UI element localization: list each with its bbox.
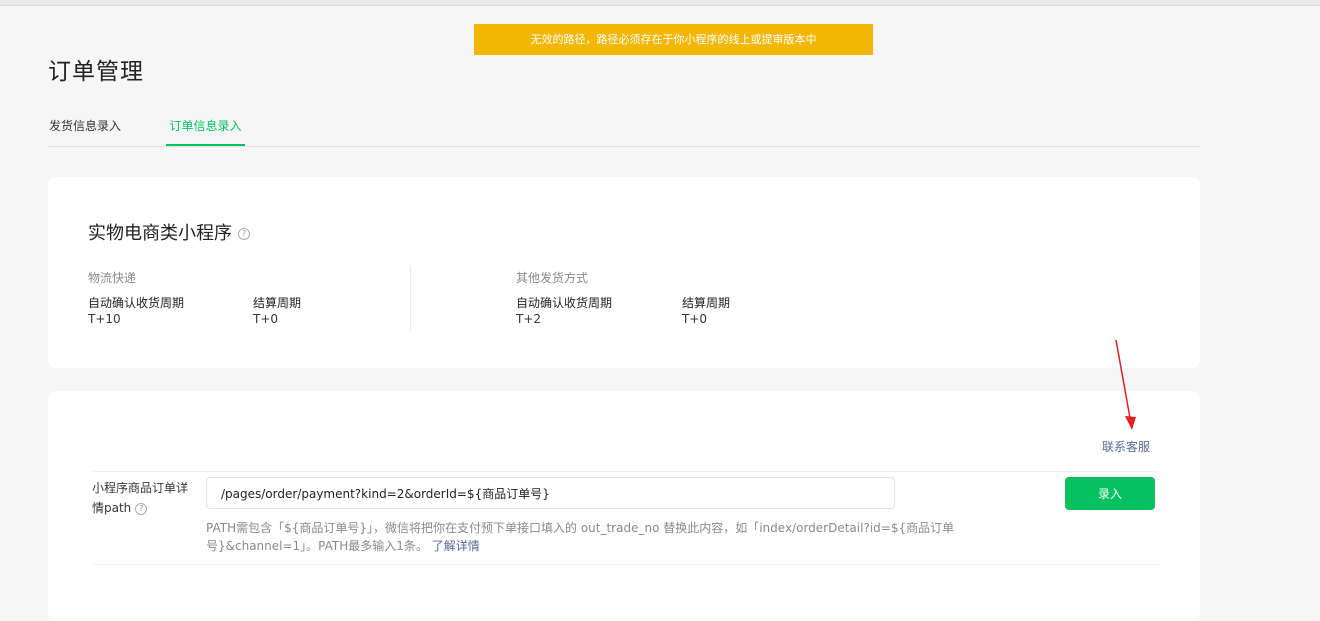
- tab-bar: 发货信息录入 订单信息录入: [48, 105, 1200, 147]
- question-circle-icon[interactable]: ?: [238, 228, 250, 240]
- submit-button[interactable]: 录入: [1065, 477, 1155, 510]
- settlement-card: 实物电商类小程序? 物流快递 自动确认收货周期 T+10 结算周期 T+0 其他…: [48, 177, 1200, 368]
- tab-shipping-info[interactable]: 发货信息录入: [49, 118, 121, 146]
- settle-cycle-label: 结算周期: [682, 296, 731, 310]
- auto-confirm-express: 自动确认收货周期 T+10: [88, 295, 184, 327]
- settle-cycle-value: T+0: [682, 312, 708, 326]
- page-title: 订单管理: [48, 59, 144, 85]
- group-label-other: 其他发货方式: [516, 271, 589, 285]
- settle-cycle-label: 结算周期: [253, 296, 302, 310]
- question-circle-icon[interactable]: ?: [135, 502, 148, 515]
- path-hint: PATH需包含「${商品订单号}」，微信将把你在支付预下单接口填入的 out_t…: [206, 519, 1046, 555]
- card-title: 实物电商类小程序?: [88, 219, 250, 245]
- settle-cycle-other: 结算周期 T+0: [682, 295, 730, 327]
- card-title-text: 实物电商类小程序: [88, 223, 232, 244]
- path-label: 小程序商品订单详情path?: [92, 478, 192, 518]
- error-toast: 无效的路径，路径必须存在于你小程序的线上或提审版本中: [474, 24, 873, 55]
- path-hint-text: PATH需包含「${商品订单号}」，微信将把你在支付预下单接口填入的 out_t…: [206, 521, 955, 553]
- path-form-row: 小程序商品订单详情path? 录入 PATH需包含「${商品订单号}」，微信将把…: [92, 471, 1158, 565]
- window-top-border: [0, 0, 1320, 6]
- learn-more-link[interactable]: 了解详情: [432, 539, 480, 553]
- group-divider: [410, 266, 411, 331]
- auto-confirm-label: 自动确认收货周期: [516, 296, 613, 310]
- red-arrow-annotation: [1115, 339, 1136, 430]
- group-label-express: 物流快递: [88, 271, 137, 285]
- settle-cycle-value: T+0: [253, 312, 279, 326]
- auto-confirm-other: 自动确认收货周期 T+2: [516, 295, 612, 327]
- auto-confirm-label: 自动确认收货周期: [88, 296, 185, 310]
- contact-support-link[interactable]: 联系客服: [1102, 438, 1150, 455]
- tab-order-info[interactable]: 订单信息录入: [166, 118, 245, 146]
- path-input[interactable]: [206, 477, 895, 509]
- path-card: 联系客服 小程序商品订单详情path? 录入 PATH需包含「${商品订单号}」…: [48, 391, 1200, 621]
- auto-confirm-value: T+10: [88, 312, 121, 326]
- auto-confirm-value: T+2: [516, 312, 542, 326]
- settle-cycle-express: 结算周期 T+0: [253, 295, 301, 327]
